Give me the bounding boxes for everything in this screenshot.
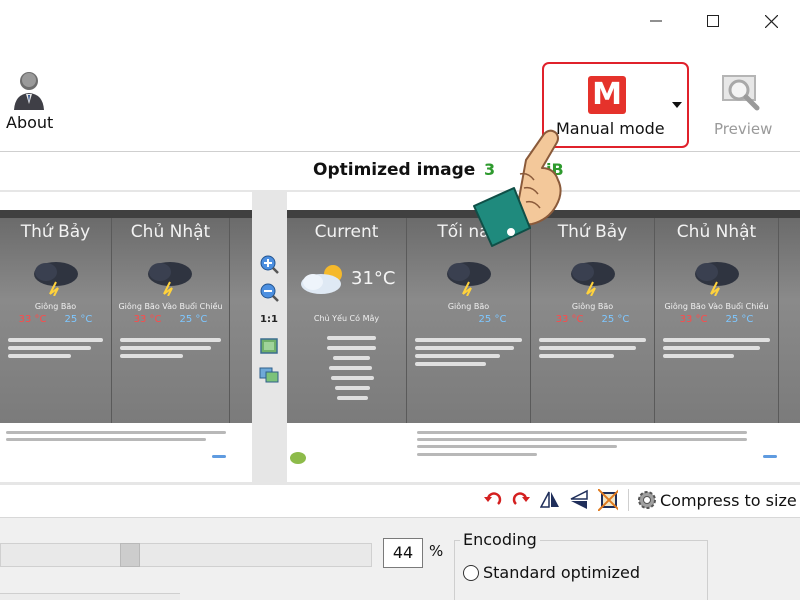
high-temp: 33 °C: [679, 314, 708, 325]
standard-optimized-radio[interactable]: [463, 565, 479, 581]
forecast-day: Chủ Nhật: [676, 222, 757, 242]
flip-horizontal-icon[interactable]: [540, 489, 560, 511]
storm-cloud-icon: [148, 262, 192, 296]
low-temp: 25 °C: [725, 314, 754, 325]
standard-optimized-label[interactable]: Standard optimized: [483, 563, 640, 582]
quality-unit: %: [429, 542, 444, 560]
page-text-lines: [287, 425, 800, 482]
quality-input[interactable]: 44: [383, 538, 423, 568]
main-toolbar: About M Manual mode Preview: [0, 62, 800, 152]
current-title: Current: [314, 222, 379, 242]
image-toolbar: Compress to size: [0, 485, 800, 517]
rotate-left-icon[interactable]: [483, 489, 503, 511]
pointing-hand-icon: [473, 129, 562, 247]
minimize-icon: [650, 20, 662, 22]
zoom-tools: 1:1: [252, 190, 287, 485]
forecast-temps: 33 °C 25 °C: [531, 314, 654, 325]
manual-mode-icon: M: [588, 76, 626, 114]
current-temp: 31°C: [351, 268, 396, 289]
preview-icon: [722, 75, 760, 111]
forecast-card: Chủ Nhật Giông Bão Vào Buổi Chiều 33 °C 2…: [112, 218, 230, 423]
rotate-right-icon[interactable]: [511, 489, 531, 511]
minimize-button[interactable]: [633, 6, 679, 36]
high-temp: 33 °C: [18, 314, 47, 325]
quality-slider-thumb[interactable]: [120, 543, 140, 567]
low-temp: 25 °C: [64, 314, 93, 325]
low-temp: 25 °C: [601, 314, 630, 325]
forecast-condition: Giông Bão Vào Buổi Chiều: [664, 302, 769, 311]
compress-to-size-button[interactable]: Compress to size: [660, 491, 797, 510]
close-icon: [764, 14, 778, 28]
crop-icon[interactable]: [598, 489, 618, 511]
current-condition: Chủ Yếu Có Mây: [313, 314, 380, 323]
high-temp: 33 °C: [555, 314, 584, 325]
original-image-pane[interactable]: Thứ Bảy Giông Bão 33 °C 25 °C Chủ Nhật Gi…: [0, 192, 252, 482]
title-bar: [0, 0, 800, 64]
optimized-image-title: Optimized image: [313, 160, 476, 180]
fit-image-icon[interactable]: [259, 336, 279, 356]
forecast-condition: Giông Bão: [571, 302, 614, 311]
preview-area: Thứ Bảy Giông Bão 33 °C 25 °C Chủ Nhật Gi…: [0, 190, 800, 485]
compress-gear-icon[interactable]: [636, 489, 656, 511]
settings-panel: 44 % Encoding Standard optimized: [0, 517, 800, 600]
forecast-condition: Giông Bão Vào Buổi Chiều: [118, 302, 223, 311]
forecast-condition: Giông Bão: [34, 302, 77, 311]
leaf-icon: [290, 452, 306, 464]
user-icon: [14, 72, 44, 110]
forecast-day: Thứ Bảy: [20, 222, 91, 242]
about-label: About: [6, 113, 54, 132]
forecast-temps: 33 °C 25 °C: [112, 314, 229, 325]
forecast-condition: Giông Bão: [447, 302, 490, 311]
zoom-out-icon[interactable]: [259, 282, 279, 302]
quality-slider-track[interactable]: [0, 543, 372, 567]
storm-cloud-icon: [571, 262, 615, 296]
storm-cloud-icon: [447, 262, 491, 296]
low-temp: 25 °C: [478, 314, 507, 325]
high-temp: 33 °C: [133, 314, 162, 325]
maximize-button[interactable]: [690, 6, 736, 36]
forecast-card: Thứ Bảy Giông Bão 33 °C 25 °C: [0, 218, 112, 423]
low-temp: 25 °C: [179, 314, 208, 325]
storm-cloud-icon: [34, 262, 78, 296]
about-button[interactable]: About: [0, 64, 62, 150]
forecast-card: Chủ Nhật Giông Bão Vào Buổi Chiều 33 °C 2…: [655, 218, 779, 423]
compare-images-icon[interactable]: [259, 364, 279, 384]
forecast-temps: 33 °C 25 °C: [0, 314, 111, 325]
preview-label: Preview: [714, 120, 773, 138]
screenshot-header-bar: [0, 210, 252, 218]
secondary-slider-track[interactable]: [0, 593, 180, 600]
forecast-temps: 33 °C 25 °C: [655, 314, 778, 325]
current-weather-card: Current 31°C Chủ Yếu Có Mây: [287, 218, 407, 423]
close-button[interactable]: [748, 6, 794, 36]
storm-cloud-icon: [695, 262, 739, 296]
page-text-lines: [0, 425, 252, 482]
forecast-day: Chủ Nhật: [130, 222, 211, 242]
actual-size-button[interactable]: 1:1: [260, 314, 278, 325]
weather-cards: Thứ Bảy Giông Bão 33 °C 25 °C Chủ Nhật Gi…: [0, 218, 252, 423]
encoding-label: Encoding: [460, 530, 540, 549]
chevron-down-icon[interactable]: [672, 102, 682, 108]
maximize-icon: [707, 15, 719, 27]
flip-vertical-icon[interactable]: [569, 489, 589, 511]
zoom-in-icon[interactable]: [259, 254, 279, 274]
partly-cloudy-icon: [301, 265, 342, 294]
forecast-temps: 25 °C: [407, 314, 530, 325]
preview-button[interactable]: Preview: [705, 64, 781, 150]
